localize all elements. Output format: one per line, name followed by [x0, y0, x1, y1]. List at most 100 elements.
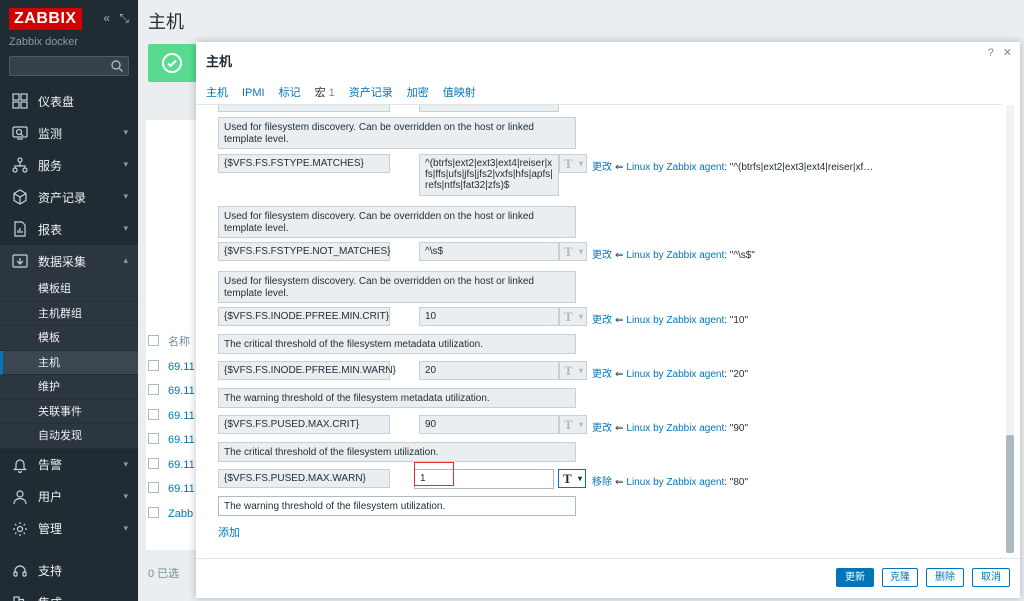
submenu-event-correlation[interactable]: 关联事件 — [0, 400, 138, 424]
dashboard-icon — [10, 91, 30, 111]
tab-encryption[interactable]: 加密 — [407, 84, 429, 106]
macro-action: 更改 ⇐ Linux by Zabbix agent: "10" — [592, 315, 749, 326]
table-row[interactable]: 69.11 — [148, 404, 195, 428]
search-input[interactable] — [9, 56, 129, 76]
template-link[interactable]: Linux by Zabbix agent — [626, 369, 724, 380]
macro-name: {$VFS.FS.FSTYPE.NOT_MATCHES} — [218, 242, 391, 261]
menu-administration[interactable]: 管理 ▾ — [0, 513, 138, 545]
change-link[interactable]: 更改 — [592, 250, 612, 261]
macro-description: Used for filesystem discovery. Can be ov… — [218, 206, 576, 238]
clone-button[interactable]: 克隆 — [882, 568, 918, 587]
menu-inventory[interactable]: 资产记录 ▾ — [0, 181, 138, 213]
chevron-down-icon: ▾ — [578, 420, 583, 429]
table-header: 名称 — [148, 330, 190, 354]
tab-inventory[interactable]: 资产记录 — [349, 84, 393, 106]
select-all-checkbox[interactable] — [148, 335, 159, 346]
macro-action: 更改 ⇐ Linux by Zabbix agent: "20" — [592, 369, 749, 380]
table-row[interactable]: 69.11 — [148, 355, 195, 379]
change-link[interactable]: 更改 — [592, 423, 612, 434]
scrollbar[interactable] — [1006, 105, 1014, 553]
services-icon — [10, 155, 30, 175]
check-circle-icon — [162, 53, 182, 73]
integrations-icon — [10, 593, 30, 601]
zabbix-logo[interactable]: ZABBIX — [9, 8, 82, 30]
template-link[interactable]: Linux by Zabbix agent — [626, 477, 724, 488]
tab-ipmi[interactable]: IPMI — [242, 84, 265, 106]
submenu-hosts[interactable]: 主机 — [0, 350, 138, 375]
tab-tags[interactable]: 标记 — [279, 84, 301, 106]
chevron-down-icon: ▾ — [123, 490, 128, 501]
submenu-discovery[interactable]: 自动发现 — [0, 424, 138, 449]
chevron-down-icon: ▾ — [123, 159, 128, 169]
collapse-icon[interactable]: « — [103, 11, 110, 25]
macro-name: {$VFS.FS.INODE.PFREE.MIN.WARN} — [218, 361, 396, 380]
menu-reports[interactable]: 报表 ▾ — [0, 213, 138, 245]
macro-value: 10 — [419, 307, 559, 326]
submenu-templates[interactable]: 模板 — [0, 326, 138, 351]
chevron-down-icon: ▾ — [578, 247, 583, 256]
menu-data-collection[interactable]: 数据采集 ▴ — [0, 245, 138, 277]
kiosk-icon[interactable]: ⤡ — [119, 11, 129, 25]
remove-link[interactable]: 移除 — [592, 477, 612, 488]
tab-host[interactable]: 主机 — [206, 84, 228, 106]
users-icon — [10, 487, 30, 507]
submenu-host-groups[interactable]: 主机群组 — [0, 302, 138, 326]
menu-support[interactable]: 支持 — [0, 555, 138, 587]
close-icon[interactable]: ✕ — [1003, 47, 1012, 59]
change-link[interactable]: 更改 — [592, 369, 612, 380]
monitoring-icon — [10, 123, 30, 143]
value-type-button: T ▾ — [559, 307, 587, 326]
macro-description: The critical threshold of the filesystem… — [218, 442, 576, 462]
reports-icon — [10, 219, 30, 239]
chevron-down-icon: ▾ — [123, 127, 128, 137]
menu-monitoring[interactable]: 监测 ▾ — [0, 117, 138, 149]
template-link[interactable]: Linux by Zabbix agent — [626, 162, 724, 173]
table-row[interactable]: 69.11 — [148, 379, 195, 403]
dialog-title: 主机 — [206, 54, 233, 69]
macro-description-input[interactable]: The warning threshold of the filesystem … — [218, 496, 576, 516]
highlight-box — [414, 462, 454, 486]
macros-list: Used for filesystem discovery. Can be ov… — [196, 105, 1002, 553]
arrow-left-icon: ⇐ — [615, 423, 624, 434]
menu-alerts[interactable]: 告警 ▾ — [0, 449, 138, 481]
table-row[interactable]: 69.11 — [148, 453, 195, 477]
tab-value-mapping[interactable]: 值映射 — [443, 84, 476, 106]
change-link[interactable]: 更改 — [592, 315, 612, 326]
delete-button[interactable]: 删除 — [926, 568, 964, 587]
add-macro-link[interactable]: 添加 — [218, 524, 240, 540]
dialog-tabs: 主机 IPMI 标记 宏1 资产记录 加密 值映射 — [206, 84, 490, 106]
search-icon[interactable] — [110, 59, 124, 76]
macro-value: 20 — [419, 361, 559, 380]
macro-value: 90 — [419, 415, 559, 434]
update-button[interactable]: 更新 — [836, 568, 874, 587]
table-row[interactable]: 69.11 — [148, 477, 195, 501]
help-icon[interactable]: ? — [988, 47, 994, 59]
table-row[interactable]: Zabb — [148, 502, 193, 526]
arrow-left-icon: ⇐ — [615, 315, 624, 326]
menu-services[interactable]: 服务 ▾ — [0, 149, 138, 181]
cancel-button[interactable]: 取消 — [972, 568, 1010, 587]
submenu-template-groups[interactable]: 模板组 — [0, 277, 138, 302]
template-link[interactable]: Linux by Zabbix agent — [626, 315, 724, 326]
chevron-down-icon: ▾ — [577, 474, 582, 483]
macro-description: Used for filesystem discovery. Can be ov… — [218, 271, 576, 303]
chevron-up-icon: ▴ — [123, 255, 128, 265]
arrow-left-icon: ⇐ — [615, 250, 624, 261]
chevron-down-icon: ▾ — [123, 191, 128, 201]
macro-action: 更改 ⇐ Linux by Zabbix agent: "90" — [592, 423, 749, 434]
scrollbar-thumb[interactable] — [1006, 435, 1014, 553]
value-type-button: T ▾ — [559, 415, 587, 434]
menu-integrations[interactable]: 集成 — [0, 587, 138, 601]
submenu-maintenance[interactable]: 维护 — [0, 375, 138, 400]
menu-dashboard[interactable]: 仪表盘 — [0, 85, 138, 117]
template-link[interactable]: Linux by Zabbix agent — [626, 250, 724, 261]
menu-users[interactable]: 用户 ▾ — [0, 481, 138, 513]
template-link[interactable]: Linux by Zabbix agent — [626, 423, 724, 434]
value-type-button[interactable]: T ▾ — [558, 469, 586, 488]
macro-name: {$VFS.FS.PUSED.MAX.CRIT} — [218, 415, 390, 434]
main-menu: 仪表盘 监测 ▾ 服务 ▾ 资产记录 ▾ 报表 ▾ 数据采集 ▴ 模板组 主机群… — [0, 85, 138, 601]
change-link[interactable]: 更改 — [592, 162, 612, 173]
table-row[interactable]: 69.11 — [148, 428, 195, 452]
tab-macros[interactable]: 宏1 — [314, 84, 335, 106]
host-edit-dialog: 主机 ? ✕ 主机 IPMI 标记 宏1 资产记录 加密 值映射 Used fo… — [196, 42, 1020, 598]
